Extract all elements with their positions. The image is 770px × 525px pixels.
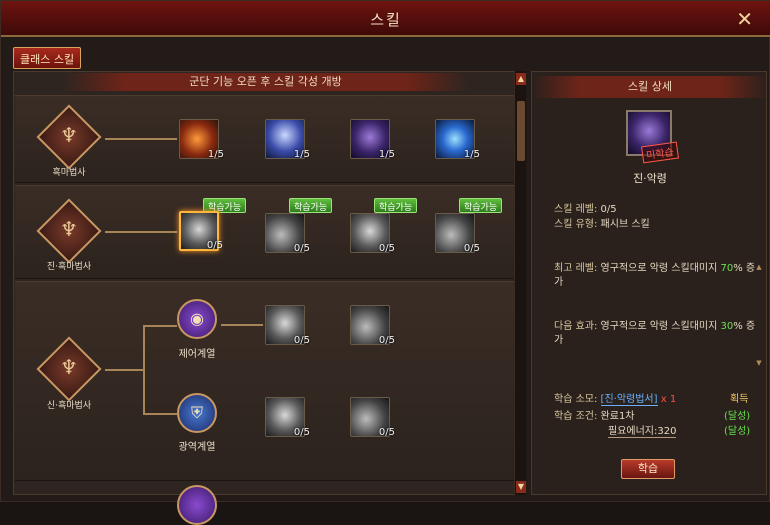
staff-icon: ♆	[60, 355, 78, 379]
next-effect-text: 영구적으로 악령 스킬대미지	[600, 321, 718, 332]
skill-level: 0/5	[293, 427, 310, 438]
awakening-banner: 군단 기능 오픈 후 스킬 각성 개방	[63, 73, 468, 91]
close-icon[interactable]: ✕	[736, 7, 753, 31]
max-level-label: 최고 레벨:	[554, 263, 598, 274]
skill-slot[interactable]: 1/5	[350, 119, 395, 160]
connector	[143, 325, 145, 415]
cost-qty: x 1	[660, 394, 677, 405]
skill-slot[interactable]: 0/5	[265, 213, 310, 254]
skill-level: 1/5	[463, 149, 480, 160]
skill-level: 0/5	[293, 243, 310, 254]
condition-2: 필요에너지:320	[608, 426, 677, 438]
connector	[105, 138, 177, 140]
scroll-up-icon[interactable]: ▲	[516, 73, 526, 85]
class-emblem-2: ♆	[36, 198, 102, 264]
max-level-value: 70	[720, 263, 734, 274]
max-level-text: 영구적으로 악령 스킬대미지	[600, 263, 718, 274]
scroll-down-icon[interactable]: ▼	[755, 359, 763, 367]
condition-label: 학습 조건:	[554, 411, 598, 422]
skill-level: 0/5	[463, 243, 480, 254]
learnable-badge: 학습가능	[289, 198, 333, 213]
class-emblem-3: ♆	[36, 336, 102, 402]
skill-window: 스킬 ✕ 클래스 스킬 군단 기능 오픈 후 스킬 각성 개방 ♆ 흑마법사 1…	[0, 0, 770, 525]
skill-slot-selected[interactable]: 0/5	[179, 211, 223, 251]
branch-emblem-partial	[177, 485, 217, 525]
scroll-down-icon[interactable]: ▼	[516, 481, 526, 493]
skill-level: 0/5	[378, 427, 395, 438]
skill-slot[interactable]: 0/5	[435, 213, 480, 254]
class-name-2: 진·흑마법사	[46, 262, 92, 272]
skill-level-row: 스킬 레벨: 0/5	[554, 200, 617, 215]
connector	[105, 369, 145, 371]
window-title: 스킬	[370, 11, 402, 29]
cost-status-text: 획득	[730, 394, 749, 405]
next-effect: 다음 효과: 영구적으로 악령 스킬대미지 30% 증가	[554, 320, 759, 348]
next-effect-label: 다음 효과:	[554, 321, 598, 332]
condition-1: 완료1차	[600, 411, 635, 422]
detail-title: 스킬 상세	[532, 76, 768, 98]
cost-status: 획득	[730, 390, 748, 405]
connector	[143, 413, 177, 415]
learn-button[interactable]: 학습	[621, 459, 675, 479]
skill-detail-panel: 스킬 상세 미학습 진·악령 스킬 레벨: 0/5 스킬 유형: 패시브 스킬 …	[531, 71, 768, 495]
learnable-badge: 학습가능	[374, 198, 418, 213]
skill-slot[interactable]: 1/5	[435, 119, 480, 160]
scroll-up-icon[interactable]: ▲	[755, 263, 763, 271]
class-name-3: 신·흑마법사	[46, 401, 92, 411]
skill-level: 1/5	[293, 149, 310, 160]
skill-level: 1/5	[378, 149, 395, 160]
eye-icon: ◉	[190, 309, 204, 328]
branch-area-emblem[interactable]: ⛨	[177, 393, 217, 433]
condition-row-1: 학습 조건: 완료1차	[554, 407, 635, 422]
branch-name: 제어계열	[178, 349, 216, 360]
not-learned-stamp: 미학습	[640, 141, 679, 164]
skill-slot[interactable]: 0/5	[265, 305, 310, 346]
skill-slot[interactable]: 0/5	[265, 397, 310, 438]
title-bar: 스킬 ✕	[1, 1, 770, 37]
cost-label: 학습 소모:	[554, 394, 598, 405]
skill-slot[interactable]: 1/5	[179, 119, 224, 160]
learnable-badge: 학습가능	[459, 198, 503, 213]
skill-level-value: 0/5	[600, 204, 617, 215]
connector	[221, 324, 263, 326]
tree-scrollbar[interactable]: ▲ ▼	[514, 71, 526, 495]
staff-icon: ♆	[60, 217, 78, 241]
condition-row-2: 필요에너지:320	[608, 422, 677, 438]
skill-slot[interactable]: 0/5	[350, 397, 395, 438]
skill-level: 0/5	[378, 335, 395, 346]
max-level-effect: 최고 레벨: 영구적으로 악령 스킬대미지 70% 증가	[554, 262, 759, 290]
shield-icon: ⛨	[190, 403, 203, 422]
class-emblem-1: ♆	[36, 104, 102, 170]
class-name-1: 흑마법사	[52, 168, 86, 178]
skill-type-value: 패시브 스킬	[600, 219, 650, 230]
scroll-thumb[interactable]	[517, 101, 525, 161]
branch-control-emblem[interactable]: ◉	[177, 299, 217, 339]
skill-level: 1/5	[207, 149, 224, 160]
skill-level-label: 스킬 레벨:	[554, 204, 598, 215]
skill-slot[interactable]: 1/5	[265, 119, 310, 160]
skill-level: 0/5	[378, 243, 395, 254]
staff-icon: ♆	[60, 123, 78, 147]
cost-row: 학습 소모: [진·악령법서] x 1	[554, 390, 677, 406]
cost-item-link[interactable]: [진·악령법서]	[600, 394, 658, 406]
tab-class-skill[interactable]: 클래스 스킬	[13, 47, 82, 69]
next-effect-value: 30	[720, 321, 734, 332]
skill-slot[interactable]: 0/5	[350, 305, 395, 346]
selected-skill-name: 진·악령	[633, 172, 667, 185]
skill-type-row: 스킬 유형: 패시브 스킬	[554, 215, 650, 230]
branch-name: 광역계열	[178, 442, 216, 453]
detail-scrollbar[interactable]: ▲ ▼	[755, 263, 763, 373]
skill-level: 0/5	[293, 335, 310, 346]
condition-2-status: (달성)	[724, 426, 751, 437]
skill-level: 0/5	[206, 240, 223, 251]
connector	[105, 231, 177, 233]
skill-type-label: 스킬 유형:	[554, 219, 598, 230]
skill-slot[interactable]: 0/5	[350, 213, 395, 254]
condition-1-status: (달성)	[724, 411, 751, 422]
connector	[143, 325, 177, 327]
